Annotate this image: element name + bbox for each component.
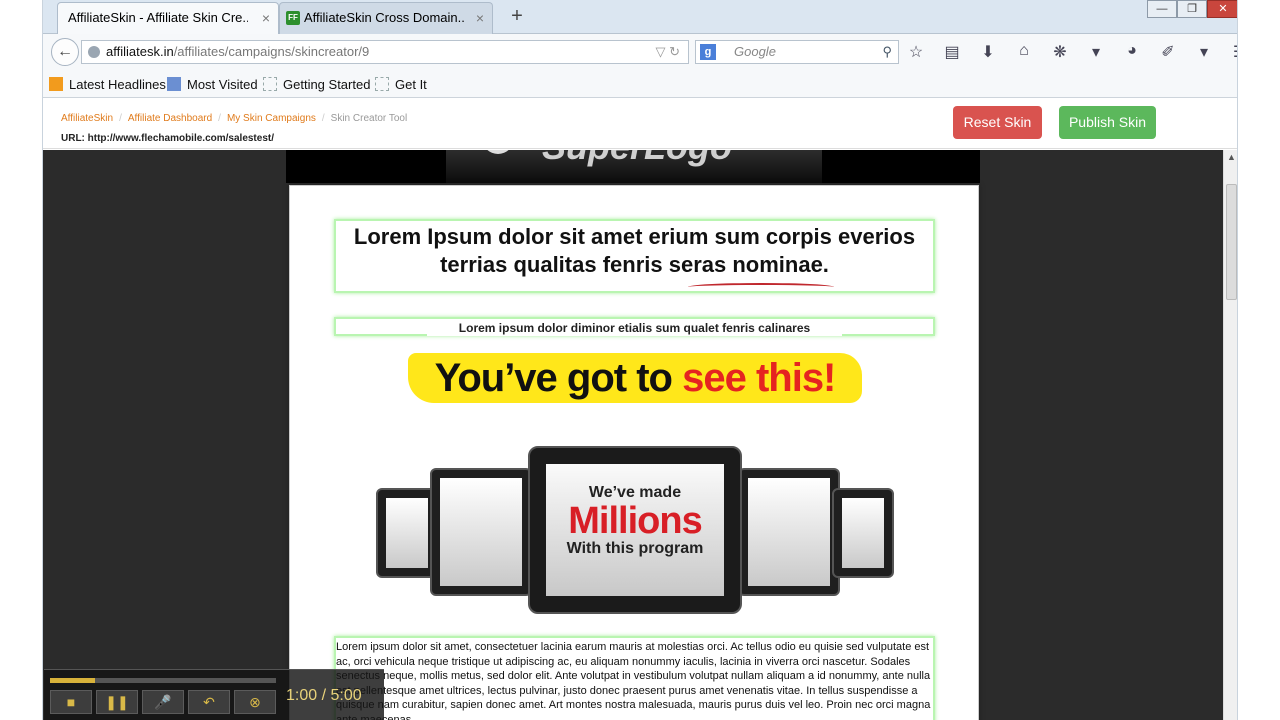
mask-icon[interactable]: ◕: [1123, 42, 1141, 64]
publish-skin-button[interactable]: Publish Skin: [1059, 106, 1156, 139]
menu-icon[interactable]: ☰: [1231, 42, 1237, 64]
tablet-product-image[interactable]: We’ve made Millions With this program: [376, 446, 894, 616]
dropdown-icon[interactable]: ▾: [1195, 42, 1213, 64]
tablet-main: We’ve made Millions With this program: [528, 446, 742, 614]
bookmark-latest-headlines[interactable]: Latest Headlines: [49, 77, 166, 92]
bookmark-icon: [263, 77, 277, 91]
brush-icon[interactable]: ✐: [1159, 42, 1177, 64]
rss-icon: [49, 77, 63, 91]
microphone-button[interactable]: 🎤: [142, 690, 184, 714]
cancel-button[interactable]: ⊗: [234, 690, 276, 714]
breadcrumb-affiliate-dashboard[interactable]: Affiliate Dashboard: [128, 113, 212, 124]
close-icon[interactable]: ×: [262, 3, 270, 33]
window-close-button[interactable]: ✕: [1207, 0, 1237, 18]
tab-label: AffiliateSkin Cross Domain...: [304, 10, 464, 25]
search-placeholder: Google: [734, 44, 776, 59]
address-bar[interactable]: affiliatesk.in/affiliates/campaigns/skin…: [81, 40, 689, 64]
tablet-side-far-left: [376, 488, 438, 578]
globe-icon: [88, 46, 100, 58]
tab-strip: AffiliateSkin - Affiliate Skin Cre... × …: [43, 0, 1237, 34]
new-tab-button[interactable]: +: [505, 4, 529, 28]
campaign-url: URL: http://www.flechamobile.com/saleste…: [61, 133, 274, 144]
reading-list-icon[interactable]: ▤: [943, 42, 961, 64]
close-icon[interactable]: ×: [476, 3, 484, 33]
tablet-side-left: [430, 468, 532, 596]
underline-decoration: [688, 283, 834, 291]
bookmark-label: Get It: [395, 77, 427, 92]
reset-skin-button[interactable]: Reset Skin: [953, 106, 1042, 139]
tab-label: AffiliateSkin - Affiliate Skin Cre...: [68, 10, 248, 25]
download-icon[interactable]: ⬇: [979, 42, 997, 64]
undo-button[interactable]: ↶: [188, 690, 230, 714]
stop-button[interactable]: ■: [50, 690, 92, 714]
bookmark-label: Most Visited: [187, 77, 258, 92]
favicon-icon: FF: [286, 11, 300, 25]
scroll-thumb[interactable]: [1226, 184, 1237, 300]
bookmark-label: Latest Headlines: [69, 77, 166, 92]
bookmark-icon: [375, 77, 389, 91]
body-text-editable[interactable]: Lorem ipsum dolor sit amet, consectetuer…: [334, 636, 935, 720]
recorder-controls: ■ ❚❚ 🎤 ↶ ⊗ 1:00 / 5:00: [44, 669, 384, 720]
tablet-line-2: Millions: [568, 500, 702, 542]
logo-swirl-icon: [482, 150, 514, 154]
pause-button[interactable]: ❚❚: [96, 690, 138, 714]
headline-text: Lorem Ipsum dolor sit amet erium sum cor…: [353, 224, 916, 277]
url-host: affiliatesk.in: [106, 44, 174, 59]
bookmark-get-it[interactable]: Get It: [375, 77, 427, 92]
reload-icon[interactable]: ▽ ↻: [655, 41, 680, 63]
breadcrumb-my-skin-campaigns[interactable]: My Skin Campaigns: [227, 113, 316, 124]
tablet-side-right: [738, 468, 840, 596]
body-text: Lorem ipsum dolor sit amet, consectetuer…: [336, 641, 931, 720]
page-scrollbar[interactable]: ▲: [1223, 150, 1237, 720]
breadcrumb-current: Skin Creator Tool: [330, 113, 408, 124]
home-icon[interactable]: ⌂: [1015, 42, 1033, 64]
bookmark-getting-started[interactable]: Getting Started: [263, 77, 370, 92]
breadcrumb-affiliateskin[interactable]: AffiliateSkin: [61, 113, 113, 124]
skin-preview-area: SuperLogo Lorem Ipsum dolor sit amet eri…: [43, 150, 1223, 720]
addon-icon[interactable]: ❋: [1051, 42, 1069, 64]
logo-strip: SuperLogo: [286, 150, 980, 183]
recording-time: 1:00 / 5:00: [286, 687, 362, 704]
banner-text-black: You’ve got to: [434, 356, 673, 400]
minimize-button[interactable]: —: [1147, 0, 1177, 18]
headline-editable[interactable]: Lorem Ipsum dolor sit amet erium sum cor…: [334, 219, 935, 293]
tablet-screen: We’ve made Millions With this program: [546, 464, 724, 596]
promo-banner[interactable]: You’ve got to see this!: [408, 353, 862, 403]
search-icon[interactable]: ⚲: [882, 41, 892, 63]
window-controls: — ❐ ✕: [1147, 0, 1237, 20]
subheadline-text: Lorem ipsum dolor diminor etialis sum qu…: [426, 321, 843, 336]
dropdown-icon[interactable]: ▾: [1087, 42, 1105, 64]
tablet-side-far-right: [832, 488, 894, 578]
toolbar-icons: ☆ ▤ ⬇ ⌂ ❋ ▾ ◕ ✐ ▾ ☰: [907, 42, 1237, 64]
skin-creator-header: AffiliateSkin / Affiliate Dashboard / My Ski…: [43, 99, 1237, 149]
recording-progress[interactable]: [50, 678, 276, 683]
tab-affiliateskin-cross-domain[interactable]: FF AffiliateSkin Cross Domain... ×: [279, 2, 493, 34]
bookmark-most-visited[interactable]: Most Visited: [167, 77, 258, 92]
most-visited-icon: [167, 77, 181, 91]
logo-text: SuperLogo: [542, 150, 732, 168]
recorder-buttons: ■ ❚❚ 🎤 ↶ ⊗: [50, 690, 276, 714]
tablet-line-3: With this program: [566, 540, 704, 557]
breadcrumb: AffiliateSkin / Affiliate Dashboard / My Ski…: [61, 113, 408, 124]
tab-affiliateskin-creator[interactable]: AffiliateSkin - Affiliate Skin Cre... ×: [57, 2, 279, 34]
bookmark-star-icon[interactable]: ☆: [907, 42, 925, 64]
bookmark-label: Getting Started: [283, 77, 371, 92]
subheadline-editable[interactable]: Lorem ipsum dolor diminor etialis sum qu…: [334, 317, 935, 336]
restore-button[interactable]: ❐: [1177, 0, 1207, 18]
navigation-bar: ← affiliatesk.in/affiliates/campaigns/sk…: [43, 34, 1237, 70]
url-path: /affiliates/campaigns/skincreator/9: [173, 44, 370, 59]
sales-page: Lorem Ipsum dolor sit amet erium sum cor…: [289, 185, 979, 720]
scroll-up-icon[interactable]: ▲: [1227, 152, 1236, 162]
search-engine-icon[interactable]: g: [700, 44, 716, 60]
back-button[interactable]: ←: [51, 38, 79, 66]
banner-text-red: see this!: [682, 356, 836, 400]
bookmarks-bar: Latest Headlines Most Visited Getting St…: [43, 70, 1237, 98]
search-input[interactable]: g Google ⚲: [695, 40, 899, 64]
site-logo[interactable]: SuperLogo: [446, 150, 822, 183]
browser-window: AffiliateSkin - Affiliate Skin Cre... × …: [42, 0, 1238, 720]
